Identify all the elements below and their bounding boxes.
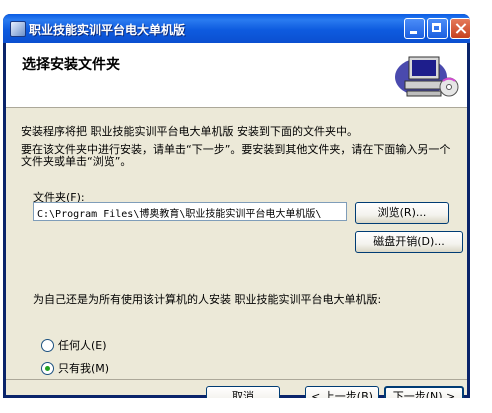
title-bar[interactable]: 职业技能实训平台电大单机版	[3, 14, 470, 43]
cancel-button[interactable]: 取消	[206, 386, 280, 398]
minimize-button[interactable]	[404, 18, 425, 39]
page-title: 选择安装文件夹	[22, 57, 120, 73]
next-button[interactable]: 下一步(N) >	[384, 386, 464, 398]
disk-cost-button[interactable]: 磁盘开销(D)...	[355, 231, 463, 253]
dialog-client: 选择安装文件夹 安装程序将把 职业技能实训平台电大单机版 安装到下面的文件夹中。…	[6, 43, 467, 398]
app-icon	[10, 21, 26, 37]
close-button[interactable]	[450, 18, 470, 39]
browse-button[interactable]: 浏览(R)...	[355, 202, 449, 224]
maximize-button[interactable]	[427, 18, 448, 39]
folder-path-input[interactable]: C:\Program Files\博奥教育\职业技能实训平台电大单机版\	[33, 202, 347, 221]
radio-button-checked[interactable]	[41, 361, 54, 375]
installer-window: 职业技能实训平台电大单机版 选择安装文件夹 安装程序将把 职业技能实训平台电大单…	[3, 14, 470, 398]
radio-button-unchecked[interactable]	[41, 338, 54, 352]
radio-just-me[interactable]: 只有我(M)	[41, 360, 109, 376]
install-scope-question: 为自己还是为所有使用该计算机的人安装 职业技能实训平台电大单机版:	[33, 293, 382, 306]
radio-everyone[interactable]: 任何人(E)	[41, 337, 107, 353]
instruction-text: 要在该文件夹中进行安装，请单击“下一步”。要安装到其他文件夹，请在下面输入另一个…	[21, 143, 451, 168]
radio-everyone-label: 任何人(E)	[58, 339, 107, 352]
radio-just-me-label: 只有我(M)	[58, 362, 110, 375]
header-panel: 选择安装文件夹	[6, 43, 467, 108]
back-button[interactable]: < 上一步(B)	[305, 386, 379, 398]
description-line: 安装程序将把 职业技能实训平台电大单机版 安装到下面的文件夹中。	[21, 125, 358, 138]
footer-divider	[6, 379, 467, 380]
window-title: 职业技能实训平台电大单机版	[29, 23, 186, 37]
computer-cd-logo-icon	[395, 56, 459, 97]
